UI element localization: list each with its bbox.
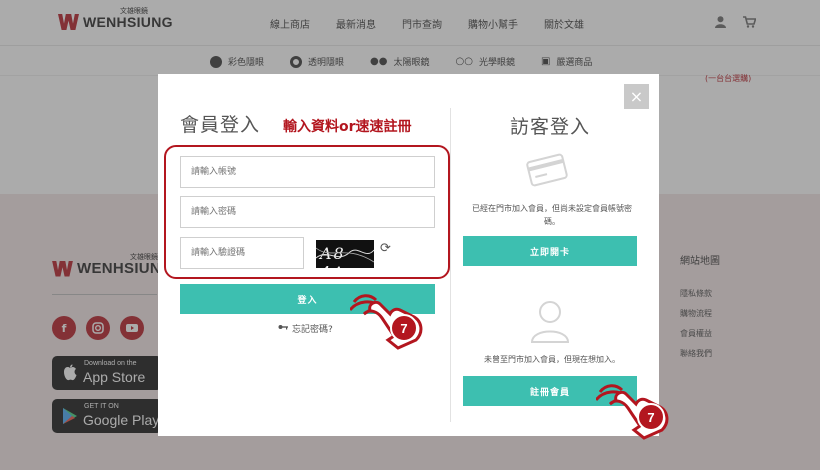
open-card-description: 已經在門市加入會員，但尚未設定會員帳號密碼。	[472, 204, 632, 226]
register-description: 未曾至門市加入會員，但現在想加入。	[484, 355, 620, 364]
input-highlight-frame	[164, 145, 450, 279]
new-member-icon	[530, 300, 570, 348]
close-button[interactable]: ×	[624, 84, 649, 109]
open-card-button[interactable]: 立即開卡	[463, 236, 637, 266]
step-badge: 7	[390, 314, 418, 342]
guest-login-title: 訪客登入	[510, 116, 591, 138]
member-login-hint: 輸入資料or速速註冊	[283, 119, 412, 135]
key-icon	[278, 323, 288, 334]
member-login-title: 會員登入	[180, 114, 261, 136]
step-badge-2: 7	[637, 403, 665, 431]
forgot-password-link[interactable]: 忘記密碼?	[278, 322, 333, 335]
membership-card-icon	[525, 152, 569, 192]
modal-divider	[450, 108, 451, 422]
